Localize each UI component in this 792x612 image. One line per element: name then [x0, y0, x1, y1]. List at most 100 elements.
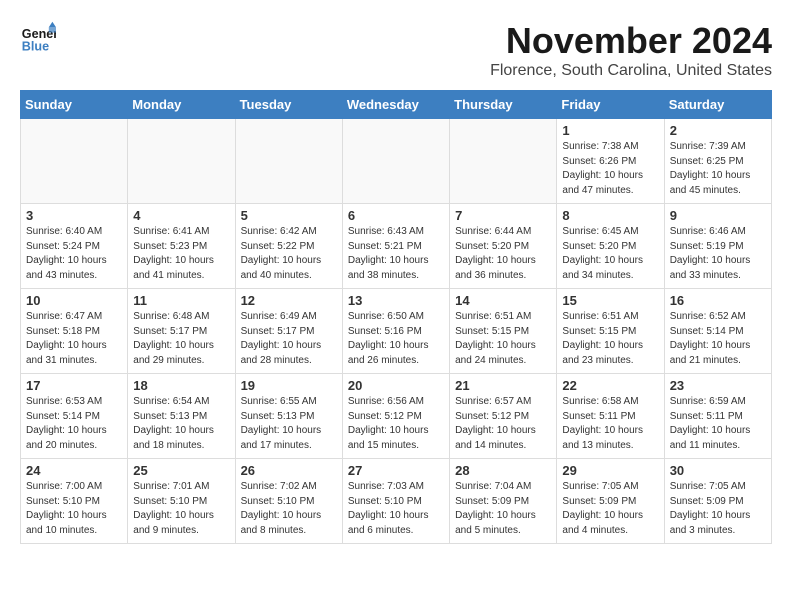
calendar-day-cell	[342, 119, 449, 204]
day-number: 17	[26, 378, 122, 393]
day-info: Sunrise: 6:57 AM Sunset: 5:12 PM Dayligh…	[455, 395, 551, 453]
calendar-week-row: 17Sunrise: 6:53 AM Sunset: 5:14 PM Dayli…	[21, 374, 772, 459]
day-number: 29	[562, 463, 658, 478]
day-number: 24	[26, 463, 122, 478]
day-number: 26	[241, 463, 337, 478]
weekday-header: Friday	[557, 91, 664, 119]
day-number: 10	[26, 293, 122, 308]
day-number: 19	[241, 378, 337, 393]
day-info: Sunrise: 7:39 AM Sunset: 6:25 PM Dayligh…	[670, 140, 766, 198]
header: General Blue November 2024 Florence, Sou…	[20, 20, 772, 80]
weekday-header: Wednesday	[342, 91, 449, 119]
calendar-day-cell	[450, 119, 557, 204]
title-area: November 2024 Florence, South Carolina, …	[490, 20, 772, 80]
day-number: 2	[670, 123, 766, 138]
calendar-day-cell: 20 Sunrise: 6:56 AM Sunset: 5:12 PM Dayli…	[342, 374, 449, 459]
day-info: Sunrise: 6:52 AM Sunset: 5:14 PM Dayligh…	[670, 310, 766, 368]
day-number: 12	[241, 293, 337, 308]
day-number: 30	[670, 463, 766, 478]
month-title: November 2024	[490, 20, 772, 62]
day-number: 28	[455, 463, 551, 478]
calendar-day-cell: 15Sunrise: 6:51 AM Sunset: 5:15 PM Dayli…	[557, 289, 664, 374]
calendar-day-cell: 21 Sunrise: 6:57 AM Sunset: 5:12 PM Dayli…	[450, 374, 557, 459]
calendar-day-cell: 13 Sunrise: 6:50 AM Sunset: 5:16 PM Dayli…	[342, 289, 449, 374]
calendar-week-row: 24 Sunrise: 7:00 AM Sunset: 5:10 PM Dayli…	[21, 459, 772, 544]
day-number: 23	[670, 378, 766, 393]
calendar-week-row: 1 Sunrise: 7:38 AM Sunset: 6:26 PM Daylig…	[21, 119, 772, 204]
calendar-day-cell: 19 Sunrise: 6:55 AM Sunset: 5:13 PM Dayli…	[235, 374, 342, 459]
day-info: Sunrise: 6:56 AM Sunset: 5:12 PM Dayligh…	[348, 395, 444, 453]
day-info: Sunrise: 6:49 AM Sunset: 5:17 PM Dayligh…	[241, 310, 337, 368]
calendar-day-cell: 17Sunrise: 6:53 AM Sunset: 5:14 PM Dayli…	[21, 374, 128, 459]
weekday-header: Tuesday	[235, 91, 342, 119]
day-info: Sunrise: 7:00 AM Sunset: 5:10 PM Dayligh…	[26, 480, 122, 538]
day-number: 27	[348, 463, 444, 478]
calendar-day-cell: 18 Sunrise: 6:54 AM Sunset: 5:13 PM Dayli…	[128, 374, 235, 459]
day-info: Sunrise: 7:02 AM Sunset: 5:10 PM Dayligh…	[241, 480, 337, 538]
day-info: Sunrise: 6:58 AM Sunset: 5:11 PM Dayligh…	[562, 395, 658, 453]
calendar-day-cell: 26 Sunrise: 7:02 AM Sunset: 5:10 PM Dayli…	[235, 459, 342, 544]
calendar-day-cell: 5Sunrise: 6:42 AM Sunset: 5:22 PM Daylig…	[235, 204, 342, 289]
day-info: Sunrise: 7:38 AM Sunset: 6:26 PM Dayligh…	[562, 140, 658, 198]
calendar-header-row: SundayMondayTuesdayWednesdayThursdayFrid…	[21, 91, 772, 119]
calendar-day-cell: 27Sunrise: 7:03 AM Sunset: 5:10 PM Dayli…	[342, 459, 449, 544]
weekday-header: Sunday	[21, 91, 128, 119]
day-number: 16	[670, 293, 766, 308]
day-info: Sunrise: 7:05 AM Sunset: 5:09 PM Dayligh…	[562, 480, 658, 538]
calendar-day-cell: 22 Sunrise: 6:58 AM Sunset: 5:11 PM Dayli…	[557, 374, 664, 459]
day-info: Sunrise: 6:43 AM Sunset: 5:21 PM Dayligh…	[348, 225, 444, 283]
day-number: 13	[348, 293, 444, 308]
logo: General Blue	[20, 20, 56, 56]
day-info: Sunrise: 6:51 AM Sunset: 5:15 PM Dayligh…	[455, 310, 551, 368]
calendar-day-cell: 3Sunrise: 6:40 AM Sunset: 5:24 PM Daylig…	[21, 204, 128, 289]
day-number: 7	[455, 208, 551, 223]
day-number: 18	[133, 378, 229, 393]
day-number: 9	[670, 208, 766, 223]
calendar-day-cell	[21, 119, 128, 204]
day-number: 22	[562, 378, 658, 393]
calendar-day-cell: 6Sunrise: 6:43 AM Sunset: 5:21 PM Daylig…	[342, 204, 449, 289]
day-info: Sunrise: 7:04 AM Sunset: 5:09 PM Dayligh…	[455, 480, 551, 538]
weekday-header: Saturday	[664, 91, 771, 119]
calendar-day-cell: 23 Sunrise: 6:59 AM Sunset: 5:11 PM Dayli…	[664, 374, 771, 459]
calendar-day-cell: 2 Sunrise: 7:39 AM Sunset: 6:25 PM Daylig…	[664, 119, 771, 204]
day-info: Sunrise: 6:41 AM Sunset: 5:23 PM Dayligh…	[133, 225, 229, 283]
calendar-day-cell: 4Sunrise: 6:41 AM Sunset: 5:23 PM Daylig…	[128, 204, 235, 289]
day-info: Sunrise: 6:59 AM Sunset: 5:11 PM Dayligh…	[670, 395, 766, 453]
svg-text:Blue: Blue	[22, 40, 49, 54]
calendar-week-row: 3Sunrise: 6:40 AM Sunset: 5:24 PM Daylig…	[21, 204, 772, 289]
day-info: Sunrise: 7:05 AM Sunset: 5:09 PM Dayligh…	[670, 480, 766, 538]
day-info: Sunrise: 6:44 AM Sunset: 5:20 PM Dayligh…	[455, 225, 551, 283]
day-number: 1	[562, 123, 658, 138]
calendar-day-cell: 7 Sunrise: 6:44 AM Sunset: 5:20 PM Daylig…	[450, 204, 557, 289]
day-number: 25	[133, 463, 229, 478]
day-info: Sunrise: 6:48 AM Sunset: 5:17 PM Dayligh…	[133, 310, 229, 368]
day-info: Sunrise: 6:46 AM Sunset: 5:19 PM Dayligh…	[670, 225, 766, 283]
calendar-table: SundayMondayTuesdayWednesdayThursdayFrid…	[20, 90, 772, 544]
location-title: Florence, South Carolina, United States	[490, 62, 772, 80]
day-number: 14	[455, 293, 551, 308]
day-number: 8	[562, 208, 658, 223]
calendar-day-cell: 29 Sunrise: 7:05 AM Sunset: 5:09 PM Dayli…	[557, 459, 664, 544]
calendar-day-cell	[128, 119, 235, 204]
day-info: Sunrise: 7:01 AM Sunset: 5:10 PM Dayligh…	[133, 480, 229, 538]
calendar-day-cell: 10Sunrise: 6:47 AM Sunset: 5:18 PM Dayli…	[21, 289, 128, 374]
calendar-day-cell: 8Sunrise: 6:45 AM Sunset: 5:20 PM Daylig…	[557, 204, 664, 289]
day-info: Sunrise: 6:40 AM Sunset: 5:24 PM Dayligh…	[26, 225, 122, 283]
day-info: Sunrise: 6:50 AM Sunset: 5:16 PM Dayligh…	[348, 310, 444, 368]
day-number: 20	[348, 378, 444, 393]
calendar-day-cell: 24 Sunrise: 7:00 AM Sunset: 5:10 PM Dayli…	[21, 459, 128, 544]
calendar-day-cell: 11Sunrise: 6:48 AM Sunset: 5:17 PM Dayli…	[128, 289, 235, 374]
calendar-body: 1 Sunrise: 7:38 AM Sunset: 6:26 PM Daylig…	[21, 119, 772, 544]
calendar-day-cell: 28 Sunrise: 7:04 AM Sunset: 5:09 PM Dayli…	[450, 459, 557, 544]
calendar-day-cell: 9 Sunrise: 6:46 AM Sunset: 5:19 PM Daylig…	[664, 204, 771, 289]
day-info: Sunrise: 6:55 AM Sunset: 5:13 PM Dayligh…	[241, 395, 337, 453]
calendar-day-cell: 30 Sunrise: 7:05 AM Sunset: 5:09 PM Dayli…	[664, 459, 771, 544]
day-info: Sunrise: 6:51 AM Sunset: 5:15 PM Dayligh…	[562, 310, 658, 368]
day-info: Sunrise: 6:54 AM Sunset: 5:13 PM Dayligh…	[133, 395, 229, 453]
weekday-header: Monday	[128, 91, 235, 119]
day-number: 5	[241, 208, 337, 223]
logo-icon: General Blue	[20, 20, 56, 56]
calendar-day-cell: 16 Sunrise: 6:52 AM Sunset: 5:14 PM Dayli…	[664, 289, 771, 374]
day-number: 21	[455, 378, 551, 393]
